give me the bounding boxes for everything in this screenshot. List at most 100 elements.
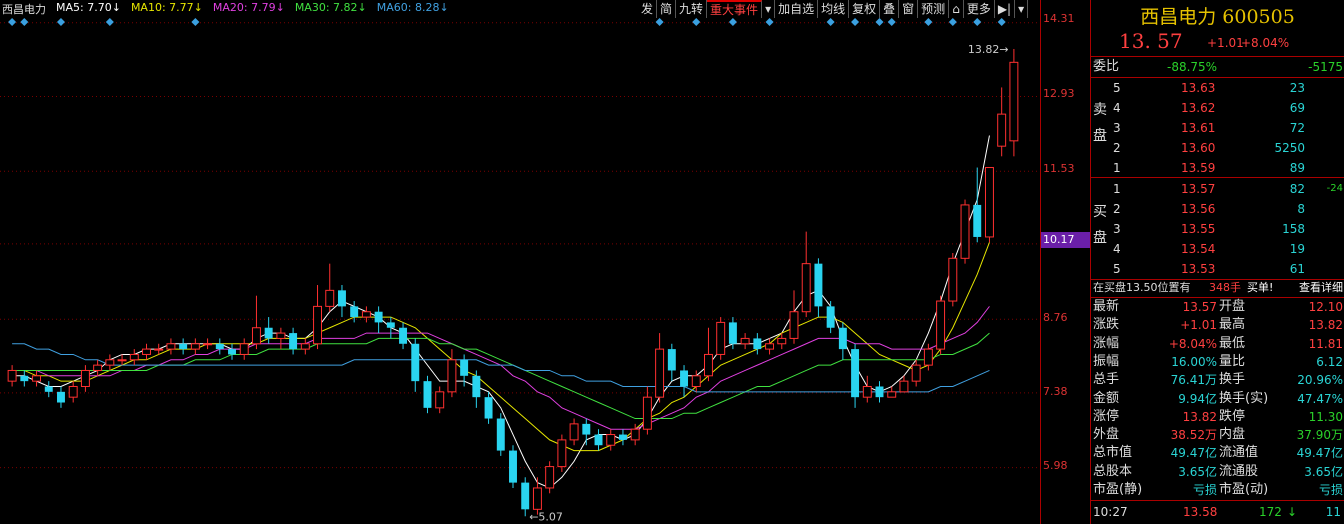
candle-body — [251, 327, 261, 345]
candle-body — [117, 359, 127, 362]
axis-tick: 12.93 — [1043, 87, 1075, 100]
sell-level-row[interactable]: 1 13.59 89 — [1091, 158, 1344, 178]
axis-tick: 5.98 — [1043, 459, 1068, 472]
candle-body — [569, 423, 579, 441]
candle-body — [472, 375, 481, 398]
big-order-notice[interactable]: 在买盘13.50位置有 348手 买单! 查看详细 — [1091, 279, 1344, 297]
sell-level-row[interactable]: 5 13.63 23 — [1091, 78, 1344, 98]
candle-body — [557, 439, 567, 468]
webi-row: 委比 -88.75% -5175 — [1091, 57, 1344, 77]
stat-value: 37.90万 — [1296, 428, 1343, 443]
candle-body — [20, 375, 29, 382]
stat-label: 换手(实) — [1219, 390, 1269, 406]
candle-body — [228, 349, 236, 355]
level-volume: 69 — [1289, 101, 1305, 115]
candle-body — [630, 428, 640, 441]
toolbar-more-button[interactable]: 更多 — [964, 0, 995, 18]
sell-level-row[interactable]: 3 13.61 72 — [1091, 118, 1344, 138]
level-price: 13.56 — [1181, 202, 1216, 216]
level-number: 2 — [1113, 202, 1121, 216]
buy-level-row[interactable]: 5 13.53 61 — [1091, 259, 1344, 279]
candle-body — [239, 343, 249, 355]
candle-body — [936, 300, 946, 350]
kline-chart[interactable]: 13.82→ ←5.07 西昌电力 MA5: 7.70↓ MA10: 7.77↓ … — [0, 0, 1040, 524]
tick-volume: 172 — [1259, 505, 1282, 519]
divider — [1091, 177, 1344, 178]
toolbar-overlay-button[interactable]: 叠 — [880, 0, 900, 18]
candle-body — [289, 333, 298, 350]
candle-body — [899, 380, 909, 393]
candle-body — [716, 321, 726, 355]
tick-time: 10:27 — [1093, 505, 1128, 519]
buy-level-row[interactable]: 2 13.56 8 — [1091, 199, 1344, 219]
level-number: 4 — [1113, 242, 1121, 256]
toolbar-adjust-button[interactable]: 复权 — [849, 0, 881, 18]
buy-level-row[interactable]: 4 13.54 19 — [1091, 239, 1344, 259]
stats-row: 总手 76.41万 换手 20.96% — [1091, 371, 1344, 389]
stat-label: 流通值 — [1219, 445, 1259, 461]
notice-volume: 348手 — [1209, 281, 1241, 294]
candle-body — [374, 311, 383, 323]
level-number: 1 — [1113, 182, 1121, 196]
toolbar-home-icon[interactable]: ⌂ — [949, 0, 964, 18]
candle-body — [1009, 61, 1019, 142]
level-number: 5 — [1113, 262, 1121, 276]
stat-value: 11.81 — [1308, 336, 1343, 351]
notice-detail-link[interactable]: 查看详细 — [1299, 279, 1343, 297]
stat-label: 涨幅 — [1093, 335, 1120, 351]
stat-value: +8.04% — [1168, 336, 1217, 351]
current-price-marker: 10.17 — [1041, 232, 1091, 248]
toolbar-dropdown-icon[interactable]: ▾ — [1015, 0, 1029, 18]
sell-level-row[interactable]: 4 13.62 69 — [1091, 98, 1344, 118]
toolbar-jian-button[interactable]: 简 — [657, 0, 677, 18]
stat-value: 16.00% — [1171, 354, 1217, 369]
tick-price: 13.58 — [1183, 505, 1218, 519]
toolbar-window-button[interactable]: 窗 — [899, 0, 919, 18]
level-volume: 5250 — [1274, 141, 1305, 155]
candle-body — [399, 327, 408, 344]
candle-body — [215, 343, 224, 350]
event-marker-icon — [692, 18, 701, 26]
toolbar-fa-button[interactable]: 发 — [638, 0, 658, 18]
axis-tick: 8.76 — [1043, 311, 1068, 324]
toolbar-major-events-button[interactable]: 重大事件 — [707, 0, 763, 18]
stat-value: 11.30 — [1308, 409, 1343, 424]
chart-toolbar: 发 简 九转 重大事件 ▾ 加自选 均线 复权 叠 窗 预测 ⌂ 更多 ▶| ▾ — [638, 0, 1029, 18]
kline-chart-canvas[interactable]: 13.82→ ←5.07 — [0, 0, 1040, 524]
buy-level-row[interactable]: 1 13.57 82 -24 — [1091, 179, 1344, 199]
event-marker-icon — [191, 18, 200, 26]
stat-value: 6.12 — [1316, 354, 1343, 369]
toolbar-ma-button[interactable]: 均线 — [818, 0, 850, 18]
candle-body — [997, 113, 1007, 147]
tick-down-arrow-icon: ↓ — [1287, 505, 1298, 519]
stats-row: 金额 9.94亿 换手(实) 47.47% — [1091, 390, 1344, 408]
event-marker-icon — [20, 18, 29, 26]
toolbar-play-icon[interactable]: ▶| — [995, 0, 1016, 18]
level-volume: 89 — [1289, 161, 1305, 175]
candle-body — [923, 348, 933, 366]
sell-level-row[interactable]: 2 13.60 5250 — [1091, 138, 1344, 158]
stat-value: 47.47% — [1297, 391, 1343, 406]
buy-level-row[interactable]: 3 13.55 158 — [1091, 219, 1344, 239]
toolbar-jiuzhuan-button[interactable]: 九转 — [676, 0, 708, 18]
legend-stock-name: 西昌电力 — [2, 3, 46, 16]
level-number: 1 — [1113, 161, 1121, 175]
candle-body — [313, 305, 323, 345]
level-price: 13.54 — [1181, 242, 1216, 256]
candle-body — [423, 381, 432, 408]
level-volume: 72 — [1289, 121, 1305, 135]
candle-body — [80, 369, 90, 387]
stat-label: 最高 — [1219, 317, 1246, 333]
level-number: 5 — [1113, 81, 1121, 95]
divider — [1091, 500, 1344, 501]
toolbar-events-dropdown-icon[interactable]: ▾ — [762, 0, 776, 18]
legend-ma20: MA20: 7.79↓ — [212, 1, 285, 14]
toolbar-add-watchlist-button[interactable]: 加自选 — [775, 0, 819, 18]
stats-row: 振幅 16.00% 量比 6.12 — [1091, 353, 1344, 371]
event-marker-icon — [728, 18, 737, 26]
candle-body — [276, 332, 286, 339]
candle-body — [350, 306, 359, 318]
level-number: 3 — [1113, 121, 1121, 135]
toolbar-forecast-button[interactable]: 预测 — [918, 0, 950, 18]
candle-body — [300, 343, 310, 350]
